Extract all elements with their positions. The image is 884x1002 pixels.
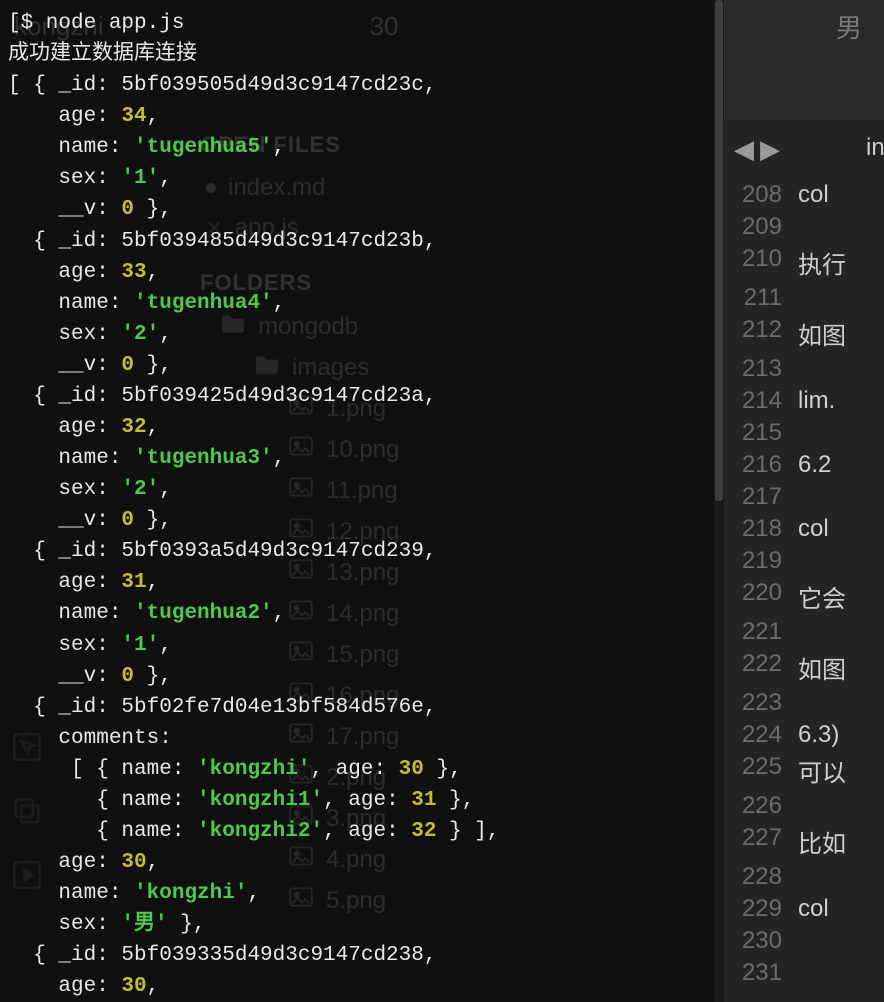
minimap-line[interactable]: 220 它会 — [724, 577, 884, 616]
line-number: 225 — [734, 753, 782, 788]
line-number: 231 — [734, 959, 782, 987]
minimap-line[interactable]: 208 col — [724, 179, 884, 211]
minimap-line[interactable]: 225 可以 — [724, 751, 884, 790]
minimap-line[interactable]: 231 — [724, 957, 884, 989]
line-number: 216 — [734, 451, 782, 479]
line-number: 209 — [734, 213, 782, 241]
minimap-line[interactable]: 230 — [724, 925, 884, 957]
line-text: 如图 — [798, 650, 846, 685]
line-text: col — [798, 515, 829, 543]
minimap-line[interactable]: 213 — [724, 353, 884, 385]
minimap-line[interactable]: 224 6.3) — [724, 719, 884, 751]
minimap-line[interactable]: 217 — [724, 481, 884, 513]
minimap-nav[interactable]: ◀ ▶ inde — [724, 120, 884, 179]
line-text: 6.2 — [798, 451, 831, 479]
line-number: 213 — [734, 355, 782, 383]
line-number: 229 — [734, 895, 782, 923]
minimap-line[interactable]: 212 如图 — [724, 314, 884, 353]
line-number: 214 — [734, 387, 782, 415]
minimap-panel[interactable]: ◀ ▶ inde 208 col 209 210 执行 211 212 如图 213 214 lim… — [723, 120, 884, 1002]
line-number: 217 — [734, 483, 782, 511]
minimap-line[interactable]: 219 — [724, 545, 884, 577]
line-number: 215 — [734, 419, 782, 447]
line-text: 6.3) — [798, 721, 839, 749]
line-text: 执行 — [798, 245, 846, 280]
terminal-scrollbar[interactable] — [714, 0, 724, 1002]
minimap-filename: inde — [786, 134, 884, 165]
minimap-line[interactable]: 223 — [724, 687, 884, 719]
minimap-line[interactable]: 222 如图 — [724, 648, 884, 687]
app-screenshot: kongzhi 30 男 OPEN FILES index.md✕app.js … — [0, 0, 884, 1002]
line-number: 208 — [734, 181, 782, 209]
line-number: 230 — [734, 927, 782, 955]
minimap-line[interactable]: 211 — [724, 282, 884, 314]
line-number: 220 — [734, 579, 782, 614]
line-text: 它会 — [798, 579, 846, 614]
line-number: 227 — [734, 824, 782, 859]
terminal-output[interactable]: [$ node app.js 成功建立数据库连接 [ { _id: 5bf039… — [0, 0, 714, 1002]
line-text: lim. — [798, 387, 835, 415]
line-number: 228 — [734, 863, 782, 891]
line-number: 224 — [734, 721, 782, 749]
minimap-line[interactable]: 226 — [724, 790, 884, 822]
minimap-line[interactable]: 229 col — [724, 893, 884, 925]
line-number: 210 — [734, 245, 782, 280]
line-number: 218 — [734, 515, 782, 543]
line-number: 219 — [734, 547, 782, 575]
line-number: 223 — [734, 689, 782, 717]
minimap-lines: 208 col 209 210 执行 211 212 如图 213 214 lim. 215 216 6.… — [724, 179, 884, 989]
line-number: 221 — [734, 618, 782, 646]
minimap-line[interactable]: 216 6.2 — [724, 449, 884, 481]
line-number: 222 — [734, 650, 782, 685]
minimap-line[interactable]: 214 lim. — [724, 385, 884, 417]
line-text: col — [798, 181, 829, 209]
minimap-line[interactable]: 215 — [724, 417, 884, 449]
minimap-line[interactable]: 221 — [724, 616, 884, 648]
minimap-line[interactable]: 218 col — [724, 513, 884, 545]
arrow-right-icon[interactable]: ▶ — [760, 134, 780, 165]
line-text: 如图 — [798, 316, 846, 351]
line-text: 可以 — [798, 753, 846, 788]
line-number: 211 — [734, 284, 782, 312]
minimap-line[interactable]: 227 比如 — [724, 822, 884, 861]
line-number: 226 — [734, 792, 782, 820]
line-number: 212 — [734, 316, 782, 351]
minimap-line[interactable]: 210 执行 — [724, 243, 884, 282]
arrow-left-icon[interactable]: ◀ — [734, 134, 754, 165]
scrollbar-thumb[interactable] — [715, 0, 723, 501]
minimap-line[interactable]: 228 — [724, 861, 884, 893]
minimap-line[interactable]: 209 — [724, 211, 884, 243]
line-text: 比如 — [798, 824, 846, 859]
line-text: col — [798, 895, 829, 923]
